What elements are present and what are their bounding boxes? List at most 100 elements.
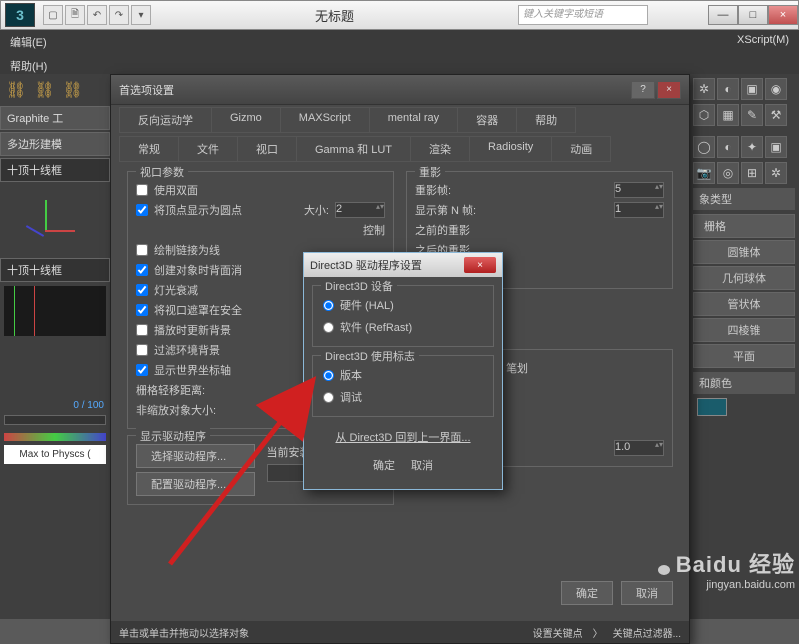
tab-mentalray[interactable]: mental ray	[369, 107, 458, 133]
qat-undo[interactable]: ↶	[87, 5, 107, 25]
use-dual-check[interactable]	[136, 184, 148, 196]
help-search-input[interactable]: 键入关键字或短语	[518, 5, 648, 25]
tab-files[interactable]: 文件	[178, 136, 238, 162]
obj-plane[interactable]: 平面	[693, 344, 795, 368]
quick-access-toolbar: ▢ 🗎 ↶ ↷ ▾	[43, 5, 151, 25]
axis-gizmo	[25, 190, 85, 250]
status-right[interactable]: 关键点过滤器...	[613, 625, 681, 640]
main-area: ⛓ ⛓ ⛓ Graphite 工 多边形建模 十顶十线框 十顶十线框 0 / 1…	[0, 74, 799, 619]
right-command-panel: ✲ ◐ ▣ ◉ ⬡ ▦ ✎ ⚒ ◯ ◐ ✦ ▣ 📷 ◎ ⊞ ✲	[689, 74, 799, 619]
tab-animation[interactable]: 动画	[551, 136, 611, 162]
prefs-help-button[interactable]: ?	[631, 81, 655, 99]
tool-icon-3[interactable]: ✎	[741, 104, 763, 126]
prefs-cancel-button[interactable]: 取消	[621, 581, 673, 605]
refrast-radio[interactable]	[323, 322, 334, 333]
release-radio[interactable]	[323, 370, 334, 381]
maximize-button[interactable]: □	[738, 5, 768, 25]
cat-icon-6[interactable]: ◎	[717, 162, 739, 184]
d3d-cancel-button[interactable]: 取消	[411, 457, 433, 473]
close-button[interactable]: ×	[768, 5, 798, 25]
draw-links-check[interactable]	[136, 244, 148, 256]
ghost-frames-label: 重影帧:	[415, 182, 608, 198]
qat-btn-1[interactable]: ▢	[43, 5, 63, 25]
d3d-close-button[interactable]: ×	[464, 257, 496, 273]
ghost-before[interactable]: 之前的重影	[415, 222, 470, 238]
link-icon[interactable]: ⛓	[6, 80, 26, 100]
cat-icon-4[interactable]: ▣	[765, 136, 787, 158]
size-label: 大小:	[304, 202, 329, 218]
tab-ik[interactable]: 反向运动学	[119, 107, 212, 133]
filter-bg-check[interactable]	[136, 344, 148, 356]
light-atten-check[interactable]	[136, 284, 148, 296]
app-logo[interactable]: 3	[5, 3, 35, 27]
hal-label: 硬件 (HAL)	[340, 297, 394, 313]
ghost-frames-spinner[interactable]: 5	[614, 182, 664, 198]
time-slider[interactable]	[0, 411, 110, 429]
world-axis-label: 显示世界坐标轴	[154, 362, 231, 378]
modify-tab-icon[interactable]: ◐	[717, 78, 739, 100]
qat-redo[interactable]: ↷	[109, 5, 129, 25]
tab-radiosity[interactable]: Radiosity	[469, 136, 552, 162]
polymodel-header[interactable]: 多边形建模	[0, 132, 110, 156]
d3d-ok-button[interactable]: 确定	[373, 457, 395, 473]
increment-spinner[interactable]: 1.0	[614, 440, 664, 456]
release-label: 版本	[340, 367, 362, 383]
direct3d-dialog: Direct3D 驱动程序设置 × Direct3D 设备 硬件 (HAL) 软…	[303, 252, 503, 490]
size-spinner[interactable]: 2	[335, 202, 385, 218]
color-swatch[interactable]	[697, 398, 727, 416]
minimize-button[interactable]: —	[708, 5, 738, 25]
tab-gamma[interactable]: Gamma 和 LUT	[296, 136, 411, 162]
update-bg-check[interactable]	[136, 324, 148, 336]
update-bg-label: 播放时更新背景	[154, 322, 231, 338]
cat-icon-8[interactable]: ✲	[765, 162, 787, 184]
tab-general[interactable]: 常规	[119, 136, 179, 162]
configure-driver-button[interactable]: 配置驱动程序...	[136, 472, 255, 496]
tool-icon-4[interactable]: ⚒	[765, 104, 787, 126]
obj-geosphere[interactable]: 几何球体	[693, 266, 795, 290]
d3d-flags-group: Direct3D 使用标志 版本 调试	[312, 355, 494, 417]
obj-pyramid[interactable]: 四棱锥	[693, 318, 795, 342]
unlink-icon[interactable]: ⛓	[34, 80, 54, 100]
cat-icon-2[interactable]: ◐	[717, 136, 739, 158]
obj-tube[interactable]: 管状体	[693, 292, 795, 316]
bind-icon[interactable]: ⛓	[63, 80, 83, 100]
max-to-physics-button[interactable]: Max to Physcs (	[4, 445, 106, 464]
cat-icon-3[interactable]: ✦	[741, 136, 763, 158]
tab-maxscript[interactable]: MAXScript	[280, 107, 370, 133]
object-type-header: 象类型	[693, 188, 795, 210]
tab-gizmo[interactable]: Gizmo	[211, 107, 281, 133]
grid-nudge-label: 栅格轻移距离:	[136, 382, 205, 398]
qat-btn-2[interactable]: 🗎	[65, 5, 85, 25]
hal-radio[interactable]	[323, 300, 334, 311]
link-icons: ⛓ ⛓ ⛓	[0, 74, 110, 106]
cat-icon-5[interactable]: 📷	[693, 162, 715, 184]
obj-cone[interactable]: 圆锥体	[693, 240, 795, 264]
revert-link[interactable]: 从 Direct3D 回到上一界面...	[312, 425, 494, 449]
menu-help[interactable]: 帮助(H)	[0, 54, 57, 74]
tool-icon-2[interactable]: ▦	[717, 104, 739, 126]
cat-icon-7[interactable]: ⊞	[741, 162, 763, 184]
qat-more[interactable]: ▾	[131, 5, 151, 25]
cat-icon-1[interactable]: ◯	[693, 136, 715, 158]
tool-icon-1[interactable]: ⬡	[693, 104, 715, 126]
tab-viewport[interactable]: 视口	[237, 136, 297, 162]
prefs-ok-button[interactable]: 确定	[561, 581, 613, 605]
backface-check[interactable]	[136, 264, 148, 276]
menu-edit[interactable]: 编辑(E)	[0, 30, 57, 54]
menu-maxscript[interactable]: XScript(M)	[727, 30, 799, 54]
ghost-nth-spinner[interactable]: 1	[614, 202, 664, 218]
motion-tab-icon[interactable]: ◉	[765, 78, 787, 100]
choose-driver-button[interactable]: 选择驱动程序...	[136, 444, 255, 468]
graphite-header[interactable]: Graphite 工	[0, 106, 110, 130]
grid-check[interactable]: 栅格	[693, 214, 795, 238]
tab-help[interactable]: 帮助	[516, 107, 576, 133]
hierarchy-tab-icon[interactable]: ▣	[741, 78, 763, 100]
tab-render[interactable]: 渲染	[410, 136, 470, 162]
vertex-dots-check[interactable]	[136, 204, 148, 216]
create-tab-icon[interactable]: ✲	[693, 78, 715, 100]
debug-radio[interactable]	[323, 392, 334, 403]
tab-containers[interactable]: 容器	[457, 107, 517, 133]
world-axis-check[interactable]	[136, 364, 148, 376]
safe-frame-check[interactable]	[136, 304, 148, 316]
prefs-close-button[interactable]: ×	[657, 81, 681, 99]
